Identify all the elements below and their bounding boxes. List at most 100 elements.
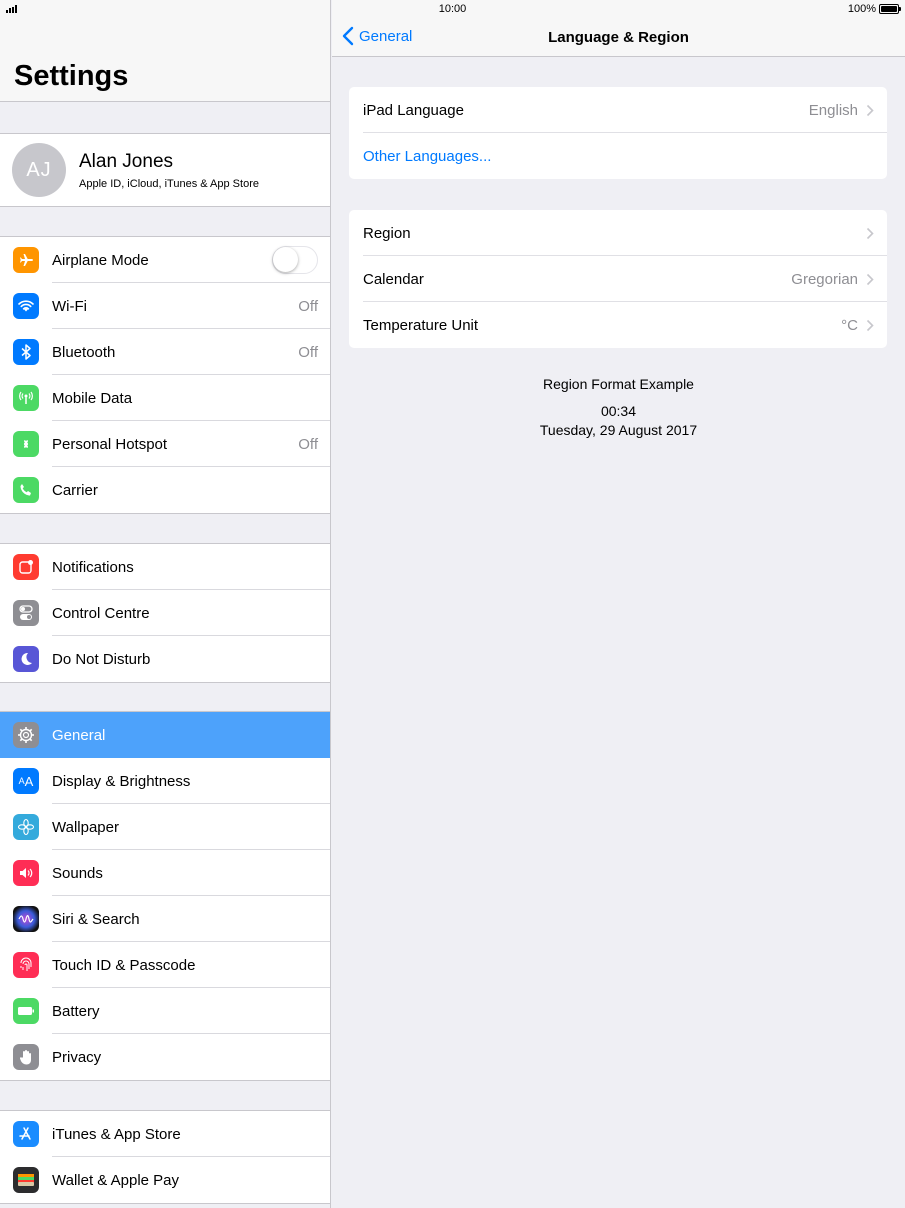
sidebar-item-label: Wallet & Apple Pay <box>52 1171 180 1189</box>
general-group: General AA Display & Brightness Wallpape… <box>0 711 330 1081</box>
airplane-icon <box>13 247 39 273</box>
region-format-example-heading: Region Format Example <box>543 376 694 392</box>
profile-name: Alan Jones <box>79 150 174 172</box>
region-row[interactable]: Region <box>349 210 887 256</box>
sidebar-item-sounds[interactable]: Sounds <box>0 850 330 896</box>
chevron-right-icon <box>866 273 874 285</box>
sidebar-item-airplane-mode[interactable]: Airplane Mode <box>0 237 330 283</box>
sidebar-item-label: Carrier <box>52 481 98 499</box>
battery-fill <box>881 6 897 12</box>
fingerprint-icon <box>13 952 39 978</box>
sidebar-item-label: Control Centre <box>52 604 150 622</box>
chevron-right-icon <box>866 319 874 331</box>
region-label: Region <box>363 224 411 242</box>
hotspot-icon <box>13 431 39 457</box>
moon-icon <box>13 646 39 672</box>
control-centre-icon <box>13 600 39 626</box>
calendar-label: Calendar <box>363 270 424 288</box>
other-languages-button[interactable]: Other Languages... <box>349 133 887 179</box>
status-time: 10:00 <box>438 3 467 15</box>
text-size-icon: AA <box>13 768 39 794</box>
sidebar-item-notifications[interactable]: Notifications <box>0 544 330 590</box>
profile-subtitle: Apple ID, iCloud, iTunes & App Store <box>79 177 259 190</box>
sidebar-item-label: Display & Brightness <box>52 772 191 790</box>
profile-group: AJ Alan Jones Apple ID, iCloud, iTunes &… <box>0 133 330 207</box>
ipad-language-label: iPad Language <box>363 101 464 119</box>
sidebar-item-label: Wi-Fi <box>52 297 87 315</box>
other-languages-label: Other Languages... <box>363 147 492 165</box>
avatar: AJ <box>12 143 66 197</box>
wallet-icon <box>13 1167 39 1193</box>
sidebar-item-label: Airplane Mode <box>52 251 149 269</box>
siri-icon <box>13 906 39 932</box>
sidebar-item-label: Touch ID & Passcode <box>52 956 196 974</box>
ipad-language-row[interactable]: iPad Language English <box>349 87 887 133</box>
sidebar-item-control-centre[interactable]: Control Centre <box>0 590 330 636</box>
sidebar-item-label: General <box>52 726 106 744</box>
sidebar-item-do-not-disturb[interactable]: Do Not Disturb <box>0 636 330 682</box>
sidebar-item-privacy[interactable]: Privacy <box>0 1034 330 1080</box>
sidebar-item-personal-hotspot[interactable]: Personal Hotspot Off <box>0 421 330 467</box>
sidebar-item-wifi[interactable]: Wi-Fi Off <box>0 283 330 329</box>
sidebar-item-wallet-apple-pay[interactable]: Wallet & Apple Pay <box>0 1157 330 1203</box>
gear-icon <box>13 722 39 748</box>
flower-icon <box>13 814 39 840</box>
sidebar-item-siri-search[interactable]: Siri & Search <box>0 896 330 942</box>
status-bar: 10:00 100% <box>0 0 905 18</box>
sidebar-item-carrier[interactable]: Carrier <box>0 467 330 513</box>
temperature-unit-row[interactable]: Temperature Unit °C <box>349 302 887 348</box>
page-title: Settings <box>14 60 129 92</box>
battery-status: 100% <box>847 3 901 15</box>
connectivity-group: Airplane Mode Wi-Fi Off Bluetooth Off Mo… <box>0 236 330 514</box>
speaker-icon <box>13 860 39 886</box>
sidebar-item-display-brightness[interactable]: AA Display & Brightness <box>0 758 330 804</box>
sidebar-item-label: Personal Hotspot <box>52 435 168 453</box>
sidebar-item-label: Battery <box>52 1002 100 1020</box>
sidebar-item-battery[interactable]: Battery <box>0 988 330 1034</box>
region-card: Region Calendar Gregorian Temperature Un… <box>349 210 887 348</box>
region-format-example-date: Tuesday, 29 August 2017 <box>539 422 698 438</box>
wifi-status-value: Off <box>298 297 318 315</box>
sidebar-item-label: Privacy <box>52 1048 102 1066</box>
sidebar-item-label: Sounds <box>52 864 103 882</box>
store-group: iTunes & App Store Wallet & Apple Pay <box>0 1110 330 1204</box>
hotspot-status-value: Off <box>298 435 318 453</box>
chevron-right-icon <box>866 227 874 239</box>
notifications-group: Notifications Control Centre Do Not Dist… <box>0 543 330 683</box>
language-card: iPad Language English Other Languages... <box>349 87 887 179</box>
temperature-unit-label: Temperature Unit <box>363 316 479 334</box>
ipad-language-value: English <box>808 101 858 119</box>
sidebar-item-itunes-app-store[interactable]: iTunes & App Store <box>0 1111 330 1157</box>
sidebar-item-label: iTunes & App Store <box>52 1125 181 1143</box>
sidebar-item-general[interactable]: General <box>0 712 330 758</box>
hand-icon <box>13 1044 39 1070</box>
sidebar-item-touch-id-passcode[interactable]: Touch ID & Passcode <box>0 942 330 988</box>
apple-id-profile[interactable]: AJ Alan Jones Apple ID, iCloud, iTunes &… <box>0 134 330 206</box>
bluetooth-icon <box>13 339 39 365</box>
wifi-icon <box>13 293 39 319</box>
chevron-right-icon <box>866 104 874 116</box>
phone-icon <box>13 477 39 503</box>
region-format-example-time: 00:34 <box>600 403 637 419</box>
battery-icon <box>13 998 39 1024</box>
sidebar-item-label: Notifications <box>52 558 134 576</box>
sidebar-item-mobile-data[interactable]: Mobile Data <box>0 375 330 421</box>
sidebar-item-label: Do Not Disturb <box>52 650 151 668</box>
detail-title: Language & Region <box>548 29 689 46</box>
calendar-value: Gregorian <box>791 270 858 288</box>
battery-status-icon <box>879 4 901 14</box>
calendar-row[interactable]: Calendar Gregorian <box>349 256 887 302</box>
settings-sidebar: Settings AJ Alan Jones Apple ID, iCloud,… <box>0 0 331 1208</box>
sidebar-item-label: Siri & Search <box>52 910 140 928</box>
antenna-icon <box>13 385 39 411</box>
sidebar-item-label: Bluetooth <box>52 343 116 361</box>
temperature-unit-value: °C <box>841 316 858 334</box>
sidebar-item-wallpaper[interactable]: Wallpaper <box>0 804 330 850</box>
airplane-mode-toggle[interactable] <box>272 246 318 274</box>
app-store-icon <box>13 1121 39 1147</box>
bluetooth-status-value: Off <box>298 343 318 361</box>
sidebar-item-label: Wallpaper <box>52 818 119 836</box>
sidebar-item-label: Mobile Data <box>52 389 133 407</box>
battery-percentage: 100% <box>847 3 876 15</box>
sidebar-item-bluetooth[interactable]: Bluetooth Off <box>0 329 330 375</box>
